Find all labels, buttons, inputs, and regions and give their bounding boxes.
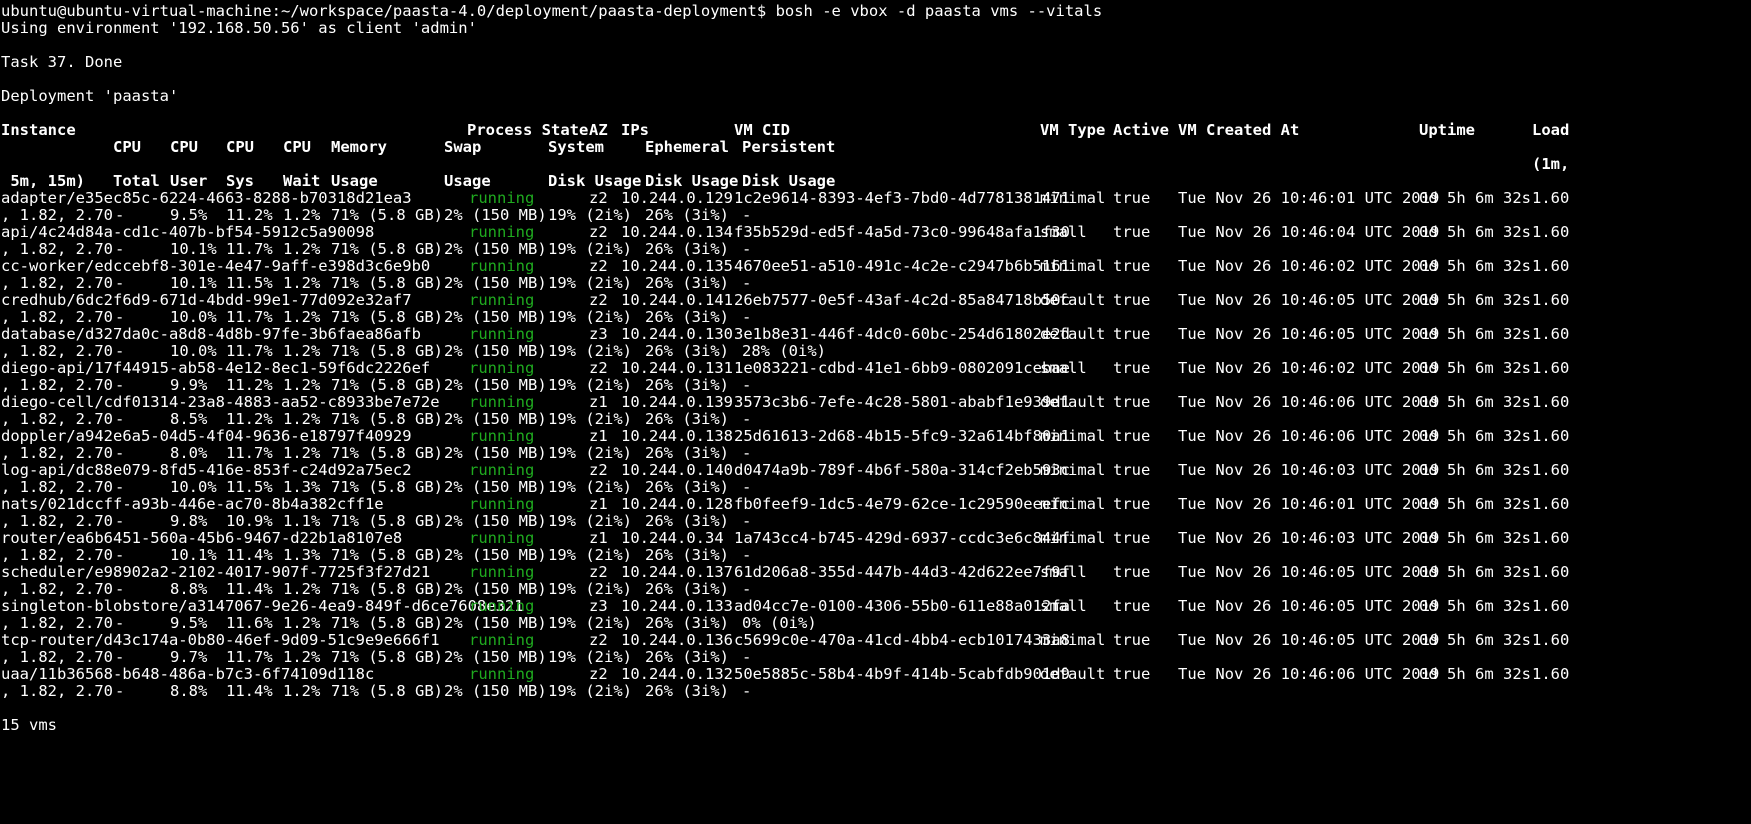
terminal-window[interactable]: ubuntu@ubuntu-virtual-machine:~/workspac… bbox=[0, 0, 1751, 824]
cpu-wait-cell: 1.2% bbox=[283, 682, 321, 700]
environment-line: Using environment '192.168.50.56' as cli… bbox=[1, 19, 477, 37]
vm-count-footer: 15 vms bbox=[1, 716, 57, 734]
system-disk-cell: 19% (2i%) bbox=[548, 682, 632, 700]
cpu-user-cell: 8.8% bbox=[170, 682, 208, 700]
cpu-sys-cell: 11.4% bbox=[226, 682, 273, 700]
memory-cell: 71% (5.8 GB) bbox=[331, 682, 443, 700]
persistent-disk-cell: - bbox=[742, 682, 752, 700]
task-status-line: Task 37. Done bbox=[1, 53, 123, 71]
deployment-line: Deployment 'paasta' bbox=[1, 87, 179, 105]
load-tail-cell: , 1.82, 2.70 bbox=[1, 682, 113, 700]
ephemeral-disk-cell: 26% (3i%) bbox=[645, 682, 729, 700]
command-text: bosh -e vbox -d paasta vms --vitals bbox=[775, 2, 1103, 20]
table-row-vitals: , 1.82, 2.70-8.8% 11.4% 1.2% 71% (5.8 GB) 2%… bbox=[0, 682, 1751, 701]
swap-cell: 2% (150 MB) bbox=[444, 682, 547, 700]
cpu-total-cell: - bbox=[115, 682, 125, 700]
shell-prompt: ubuntu@ubuntu-virtual-machine:~/workspac… bbox=[1, 2, 767, 20]
